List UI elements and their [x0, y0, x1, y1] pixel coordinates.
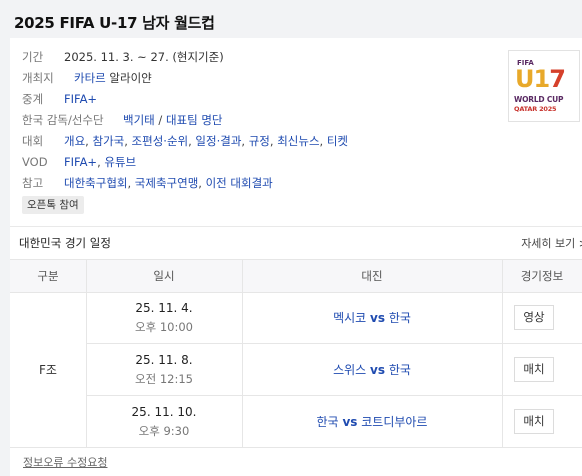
coach-label: 한국 감독/선수단	[22, 113, 104, 127]
info-row-reference: 참고 대한축구협회, 국제축구연맹, 이전 대회결과	[22, 173, 502, 194]
period-value: 2025. 11. 3. ~ 27. (현지기준)	[64, 50, 224, 64]
table-row: 25. 11. 10. 오후 9:30 한국 vs 코트디부아르 매치	[86, 397, 582, 448]
match-time: 오후 10:00	[135, 320, 193, 334]
info-row-period: 기간 2025. 11. 3. ~ 27. (현지기준)	[22, 47, 502, 68]
coach-separator: /	[158, 113, 163, 127]
match-button[interactable]: 매치	[514, 409, 554, 434]
table-row: 25. 11. 4. 오후 10:00 멕시코 vs 한국 영상	[86, 293, 582, 344]
coach-value: 백기태 / 대표팀 명단	[123, 110, 223, 131]
page-title: 2025 FIFA U-17 남자 월드컵	[14, 14, 215, 32]
match-button[interactable]: 매치	[514, 357, 554, 382]
coach-link[interactable]: 백기태	[123, 113, 155, 127]
header-datetime: 일시	[153, 269, 175, 283]
reference-links: 대한축구협회, 국제축구연맹, 이전 대회결과	[64, 176, 273, 190]
broadcast-link[interactable]: FIFA+	[64, 89, 97, 110]
vod-links: FIFA+, 유튜브	[64, 155, 137, 169]
period-label: 기간	[22, 50, 44, 64]
match-time: 오전 12:15	[135, 372, 193, 386]
header-match: 대진	[361, 269, 383, 283]
more-details-link[interactable]: 자세히 보기 >	[521, 235, 582, 251]
match-date: 25. 11. 4.	[135, 301, 193, 315]
fifa-u17-world-cup-logo: FIFA U17 WORLD CUP QATAR 2025	[508, 50, 580, 122]
info-row-tournament: 대회 개요, 참가국, 조편성·순위, 일정·결과, 규정, 최신뉴스, 티켓	[22, 131, 502, 152]
logo-qatar-text: QATAR 2025	[514, 105, 557, 113]
match-teams[interactable]: 한국 vs 코트디부아르	[242, 397, 502, 447]
reference-link-kfa[interactable]: 대한축구협회	[64, 176, 127, 190]
match-date: 25. 11. 8.	[135, 353, 193, 367]
logo-u17-text: U17	[515, 65, 566, 93]
tournament-link-news[interactable]: 최신뉴스	[277, 134, 319, 148]
open-chat-button[interactable]: 오픈톡 참여	[22, 196, 84, 214]
tournament-link-rules[interactable]: 규정	[249, 134, 270, 148]
broadcast-label: 중계	[22, 92, 44, 106]
group-cell: F조	[10, 293, 86, 448]
vod-link-youtube[interactable]: 유튜브	[104, 155, 136, 169]
tournament-links: 개요, 참가국, 조편성·순위, 일정·결과, 규정, 최신뉴스, 티켓	[64, 134, 349, 148]
vod-link-fifaplus[interactable]: FIFA+	[64, 155, 97, 169]
info-row-host: 개최지 카타르 알라이얀	[22, 68, 502, 89]
host-value: 카타르 알라이얀	[74, 68, 152, 89]
table-header: 구분 일시 대진 경기정보	[10, 259, 582, 293]
roster-link[interactable]: 대표팀 명단	[166, 113, 223, 127]
schedule-table: 구분 일시 대진 경기정보 F조 25. 11. 4. 오후 10:00 멕시코…	[10, 259, 582, 448]
tournament-link-schedule[interactable]: 일정·결과	[195, 134, 241, 148]
info-row-broadcast: 중계 FIFA+	[22, 89, 502, 110]
tournament-label: 대회	[22, 134, 44, 148]
video-button[interactable]: 영상	[514, 305, 554, 330]
reference-label: 참고	[22, 176, 44, 190]
info-row-vod: VOD FIFA+, 유튜브	[22, 152, 502, 173]
tournament-link-groups[interactable]: 조편성·순위	[132, 134, 189, 148]
section-divider	[10, 226, 582, 227]
info-row-coach: 한국 감독/선수단 백기태 / 대표팀 명단	[22, 110, 502, 131]
match-time: 오후 9:30	[138, 424, 190, 438]
report-error-link[interactable]: 정보오류 수정요청	[23, 454, 107, 470]
info-section: 기간 2025. 11. 3. ~ 27. (현지기준) 개최지 카타르 알라이…	[22, 47, 502, 194]
host-country-link[interactable]: 카타르	[74, 71, 106, 85]
header-info: 경기정보	[520, 269, 564, 283]
schedule-title: 대한민국 경기 일정	[19, 236, 111, 250]
host-label: 개최지	[22, 71, 54, 85]
tournament-link-teams[interactable]: 참가국	[92, 134, 124, 148]
host-city: 알라이얀	[109, 71, 152, 85]
match-teams[interactable]: 멕시코 vs 한국	[242, 293, 502, 343]
header-group: 구분	[37, 269, 59, 283]
tournament-link-tickets[interactable]: 티켓	[327, 134, 348, 148]
match-teams[interactable]: 스위스 vs 한국	[242, 345, 502, 395]
match-date: 25. 11. 10.	[131, 405, 197, 419]
logo-world-cup-text: WORLD CUP	[514, 95, 564, 104]
reference-link-fifa[interactable]: 국제축구연맹	[135, 176, 198, 190]
table-row: 25. 11. 8. 오전 12:15 스위스 vs 한국 매치	[86, 345, 582, 396]
reference-link-past-results[interactable]: 이전 대회결과	[206, 176, 273, 190]
tournament-link-overview[interactable]: 개요	[64, 134, 85, 148]
vod-label: VOD	[22, 155, 48, 169]
tournament-card: 기간 2025. 11. 3. ~ 27. (현지기준) 개최지 카타르 알라이…	[10, 38, 582, 476]
